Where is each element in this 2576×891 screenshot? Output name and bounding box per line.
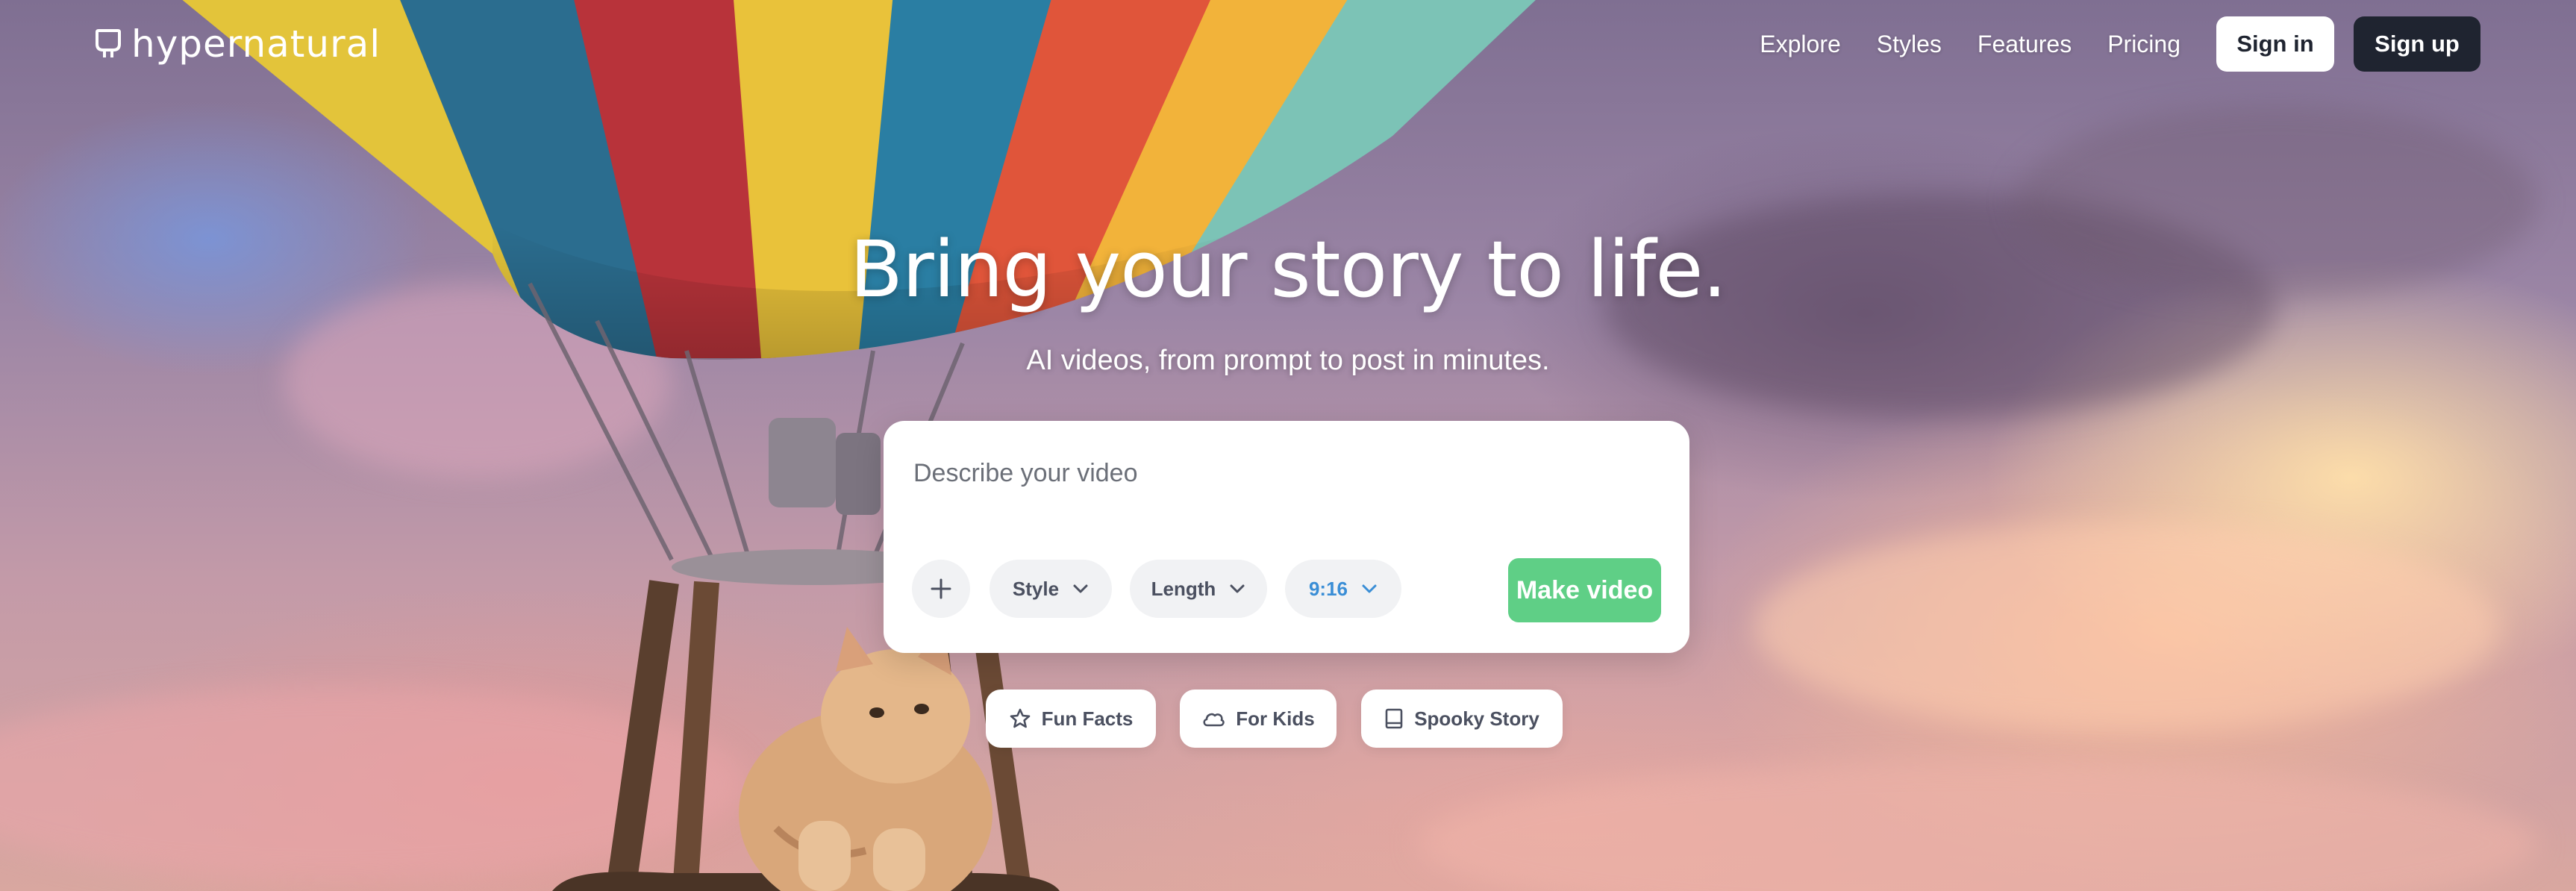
nav-features[interactable]: Features: [1978, 31, 2072, 58]
cloud-icon: [1203, 713, 1225, 727]
suggestion-chip-label: Spooky Story: [1414, 707, 1539, 730]
star-icon: [1010, 708, 1030, 728]
hypernatural-logo-icon: [96, 29, 121, 57]
make-video-button[interactable]: Make video: [1508, 558, 1661, 622]
hero-subtitle: AI videos, from prompt to post in minute…: [1026, 345, 1550, 376]
suggestion-chip-label: Fun Facts: [1041, 707, 1134, 730]
sign-up-button[interactable]: Sign up: [2354, 16, 2480, 72]
aspect-ratio-label: 9:16: [1308, 577, 1348, 600]
nav-pricing[interactable]: Pricing: [2107, 31, 2180, 58]
chevron-down-icon: [1073, 584, 1088, 593]
plus-icon: [931, 578, 951, 599]
suggestion-chip-for-kids[interactable]: For Kids: [1180, 690, 1337, 748]
style-dropdown-label: Style: [1012, 577, 1060, 600]
hero-title: Bring your story to life.: [849, 224, 1728, 315]
video-prompt-input[interactable]: [913, 451, 1660, 495]
style-dropdown[interactable]: Style: [990, 560, 1112, 618]
video-prompt-card: Style Length 9:16 Make video: [884, 421, 1689, 653]
nav-explore[interactable]: Explore: [1760, 31, 1841, 58]
add-attachment-button[interactable]: [912, 560, 970, 618]
sign-in-button[interactable]: Sign in: [2216, 16, 2334, 72]
nav-styles[interactable]: Styles: [1877, 31, 1942, 58]
suggestion-chip-spooky-story[interactable]: Spooky Story: [1361, 690, 1563, 748]
brand-logo[interactable]: hypernatural: [96, 22, 381, 66]
top-nav: Explore Styles Features Pricing Sign in …: [1760, 16, 2480, 72]
suggestion-chip-label: For Kids: [1236, 707, 1315, 730]
brand-name: hypernatural: [131, 22, 381, 66]
aspect-ratio-dropdown[interactable]: 9:16: [1285, 560, 1401, 618]
book-icon: [1385, 708, 1403, 729]
chevron-down-icon: [1230, 584, 1245, 593]
length-dropdown-label: Length: [1151, 577, 1216, 600]
length-dropdown[interactable]: Length: [1130, 560, 1267, 618]
suggestion-chip-fun-facts[interactable]: Fun Facts: [986, 690, 1156, 748]
chevron-down-icon: [1362, 584, 1377, 593]
